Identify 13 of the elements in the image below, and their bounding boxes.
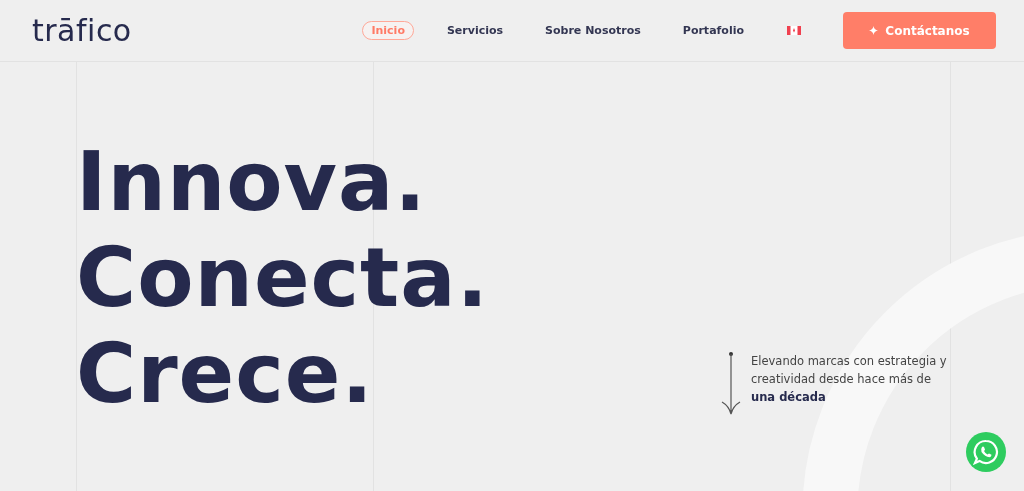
- chat-phone-icon: [973, 439, 999, 465]
- down-arrow-icon: [720, 352, 742, 416]
- tagline: Elevando marcas con estrategia y creatividad desde hace más de una década: [751, 353, 948, 406]
- whatsapp-button[interactable]: [966, 432, 1006, 472]
- sparkle-icon: [869, 26, 879, 35]
- headline-line: Innova.: [76, 134, 428, 230]
- nav-link[interactable]: Servicios: [437, 21, 513, 40]
- flag-icon[interactable]: [787, 26, 801, 35]
- nav-link[interactable]: Portafolio: [673, 21, 753, 40]
- nav-link[interactable]: Sobre Nosotros: [536, 21, 650, 40]
- headline-line: Conecta.: [76, 230, 490, 326]
- headline-line: Crece.: [76, 326, 375, 422]
- logo[interactable]: trāfico: [32, 13, 132, 48]
